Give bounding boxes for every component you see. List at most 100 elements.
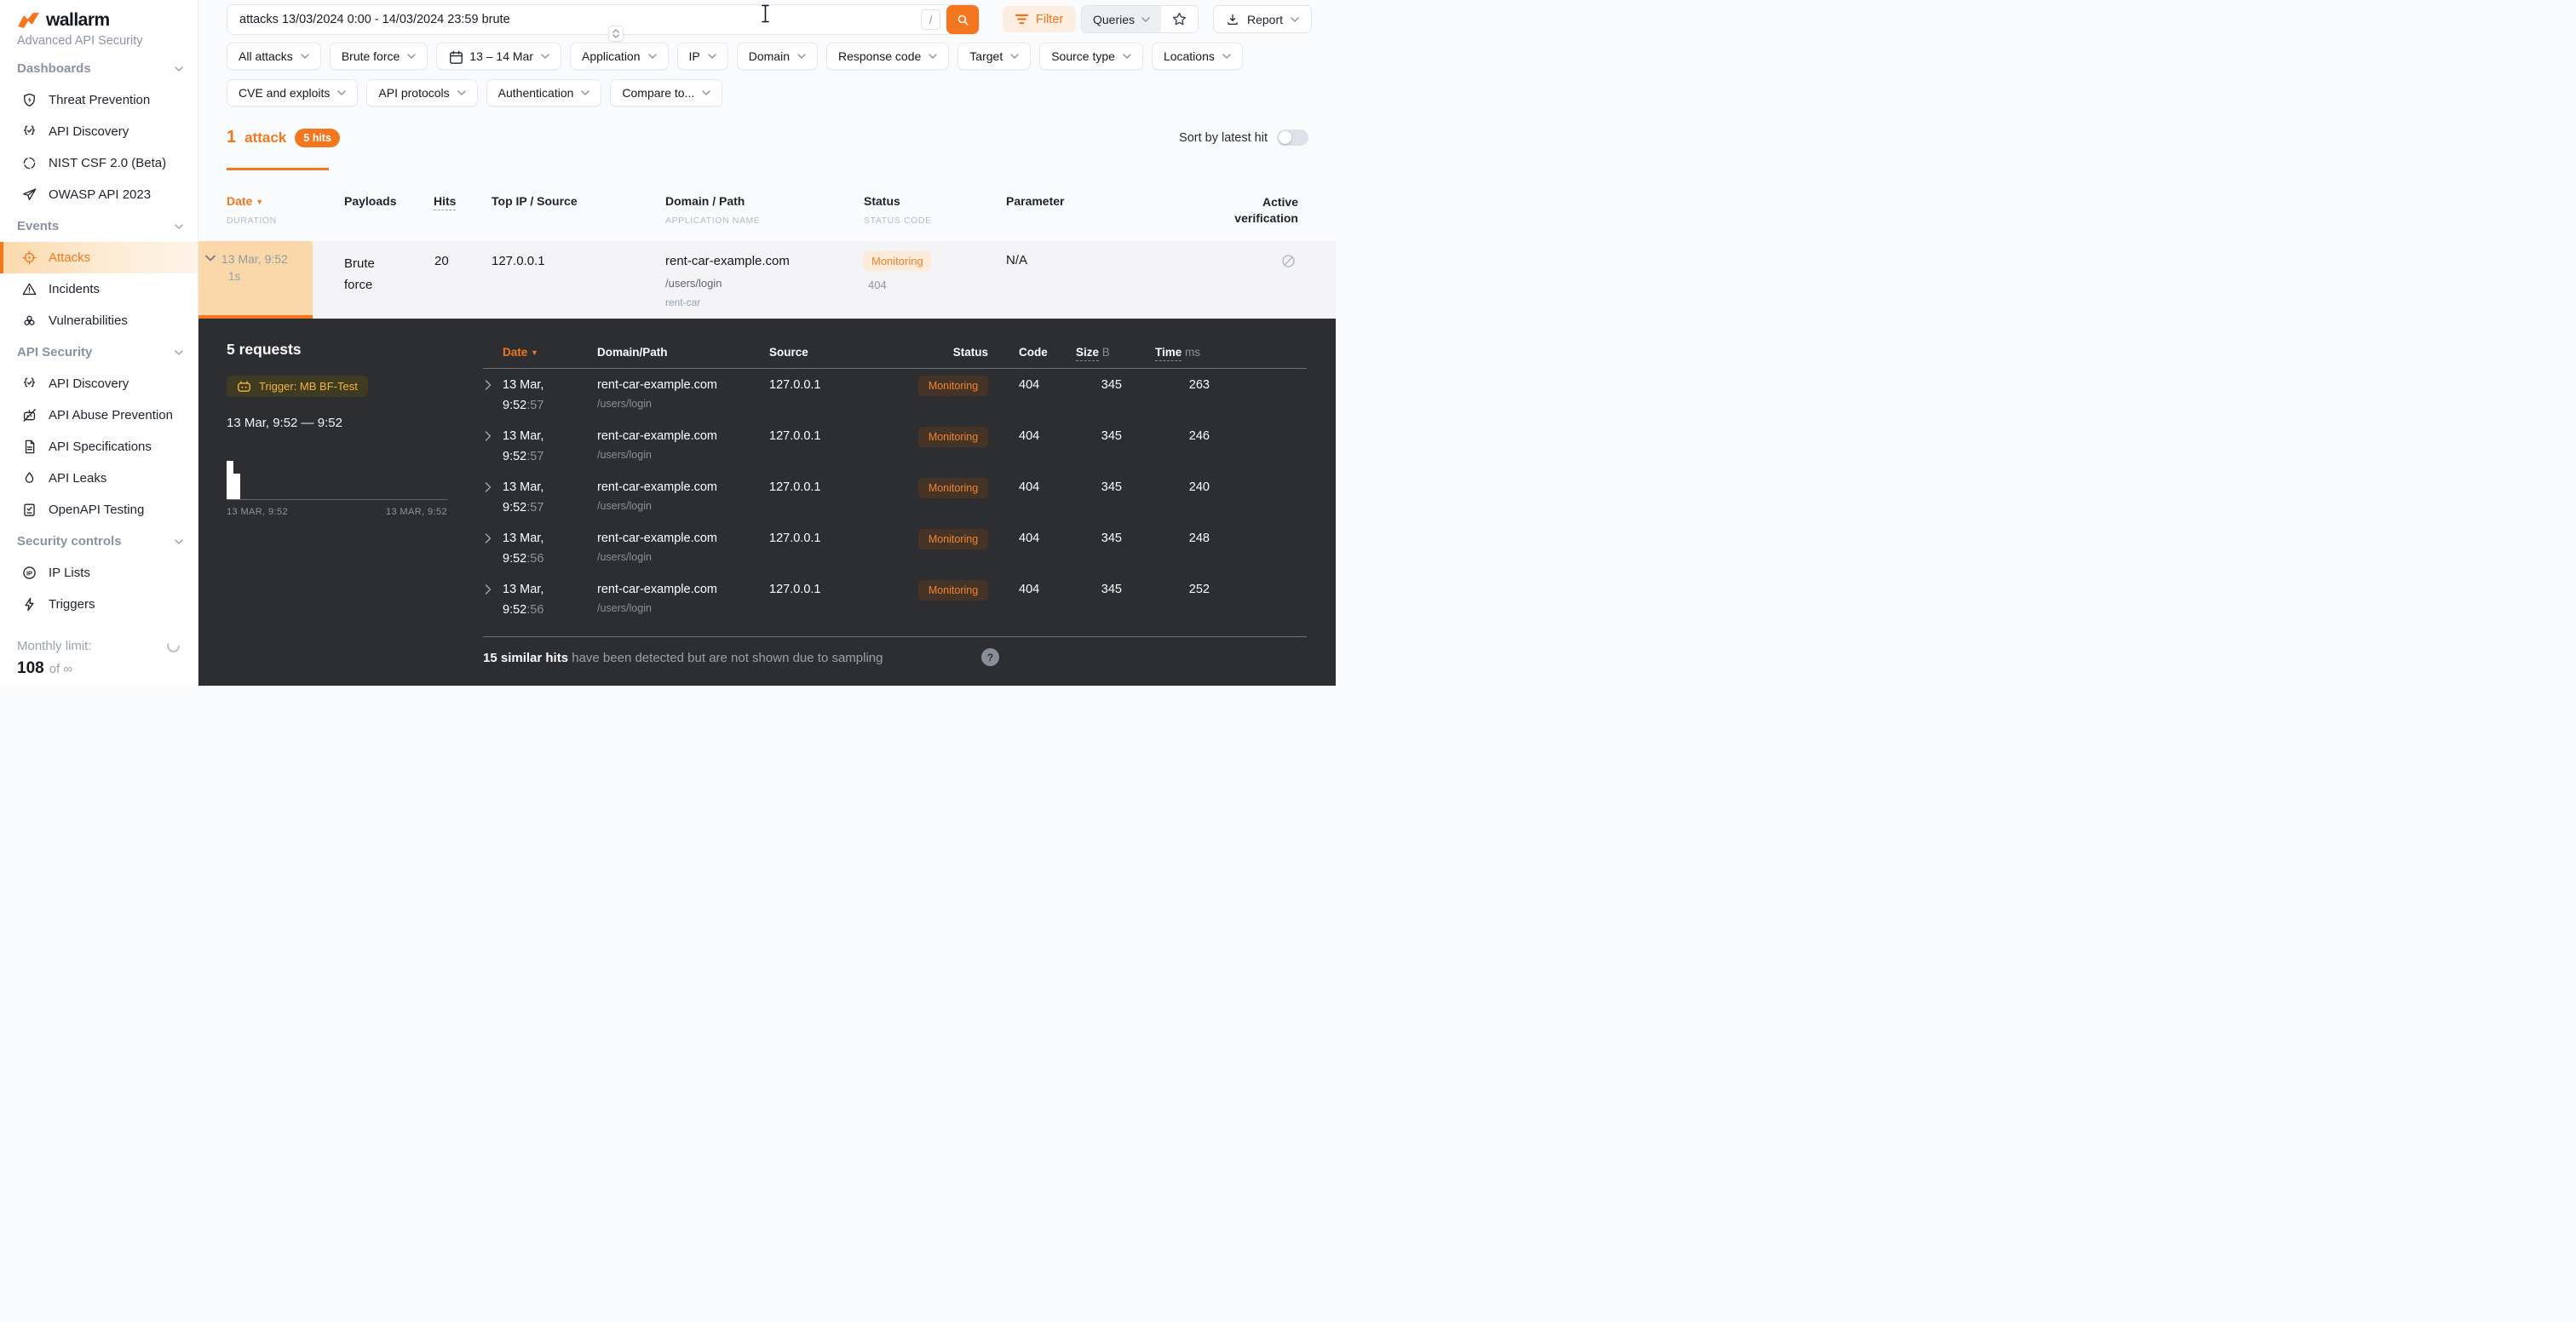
expand-chevron-icon[interactable] (485, 431, 492, 441)
col-header-date[interactable]: Date ▼ (227, 194, 263, 208)
sidebar-item-api-discovery[interactable]: API Discovery (0, 116, 198, 147)
request-row[interactable]: 13 Mar,9:52:56rent-car-example.com/users… (483, 577, 1307, 628)
droplet-icon (21, 470, 37, 486)
chevron-down-icon (541, 54, 549, 59)
sidebar-section-api-security[interactable]: API Security (0, 336, 198, 368)
col-subheader-status-code: STATUS CODE (864, 216, 932, 226)
expand-chevron-icon[interactable] (485, 584, 492, 595)
ip-circle-icon: IP (21, 565, 37, 581)
sidebar-section-dashboards[interactable]: Dashboards (0, 53, 198, 84)
request-date: 13 Mar, (503, 583, 543, 596)
sidebar-item-api-discovery[interactable]: API Discovery (0, 368, 198, 399)
sidebar-item-triggers[interactable]: Triggers (0, 589, 198, 620)
sort-toggle[interactable] (1277, 129, 1308, 146)
filter-chip-label: Authentication (498, 86, 574, 100)
section-label: API Security (17, 345, 92, 359)
request-domain: rent-car-example.com (597, 480, 717, 494)
request-row[interactable]: 13 Mar,9:52:57rent-car-example.com/users… (483, 474, 1307, 526)
chevron-down-icon (1141, 17, 1150, 22)
req-col-size[interactable]: Size B (1076, 346, 1110, 359)
filter-chip-all-attacks[interactable]: All attacks (227, 43, 321, 70)
request-row[interactable]: 13 Mar,9:52:57rent-car-example.com/users… (483, 372, 1307, 423)
filter-chip-cve-and-exploits[interactable]: CVE and exploits (227, 79, 358, 106)
queries-dropdown[interactable]: Queries (1082, 6, 1161, 32)
sidebar-item-api-leaks[interactable]: API Leaks (0, 463, 198, 494)
request-row[interactable]: 13 Mar,9:52:57rent-car-example.com/users… (483, 423, 1307, 474)
sidebar-item-label: NIST CSF 2.0 (Beta) (49, 156, 166, 170)
request-size: 345 (1062, 480, 1122, 494)
braces-check-icon (21, 376, 37, 392)
help-icon[interactable]: ? (981, 648, 999, 666)
sidebar-section-security-controls[interactable]: Security controls (0, 526, 198, 557)
sidebar-item-vulnerabilities[interactable]: Vulnerabilities (0, 305, 198, 336)
search-button[interactable] (946, 5, 979, 34)
req-col-date[interactable]: Date ▼ (503, 346, 538, 359)
sidebar-item-openapi-testing[interactable]: OpenAPI Testing (0, 494, 198, 526)
filter-chip-label: API protocols (378, 86, 449, 100)
monthly-limit-suffix: of ∞ (49, 662, 72, 676)
trigger-badge[interactable]: Trigger: MB BF-Test (227, 376, 368, 397)
chevron-down-icon (797, 54, 806, 59)
sidebar-item-api-abuse-prevention[interactable]: API Abuse Prevention (0, 399, 198, 431)
filter-chip-target[interactable]: Target (957, 43, 1031, 70)
report-button[interactable]: Report (1213, 5, 1312, 33)
toggle-knob (1279, 131, 1291, 144)
filter-chip-application[interactable]: Application (570, 43, 669, 70)
filter-chip-domain[interactable]: Domain (737, 43, 818, 70)
sidebar-item-api-specifications[interactable]: API Specifications (0, 431, 198, 463)
sidebar-item-attacks[interactable]: Attacks (0, 242, 198, 273)
expand-chevron-icon[interactable] (485, 533, 492, 543)
filter-chip-ip[interactable]: IP (677, 43, 728, 70)
search-input[interactable]: attacks 13/03/2024 0:00 - 14/03/2024 23:… (239, 13, 921, 26)
request-domain: rent-car-example.com (597, 378, 717, 392)
sidebar-item-owasp-api-2023[interactable]: OWASP API 2023 (0, 179, 198, 210)
filter-chip-brute-force[interactable]: Brute force (330, 43, 428, 70)
filter-chip-label: Response code (838, 49, 921, 63)
brand-logo[interactable]: wallarm Advanced API Security (17, 10, 143, 48)
request-code: 404 (1019, 480, 1039, 494)
request-date: 13 Mar, (503, 429, 543, 443)
filter-button[interactable]: Filter (1003, 6, 1076, 32)
filter-chip-response-code[interactable]: Response code (826, 43, 949, 70)
filter-chip-locations[interactable]: Locations (1152, 43, 1243, 70)
request-path: /users/login (597, 551, 652, 563)
attack-count-label: attack (244, 129, 286, 147)
sampling-note: 15 similar hits have been detected but a… (483, 651, 883, 665)
download-icon (1226, 13, 1239, 26)
filter-chip-13-14-mar[interactable]: 13 – 14 Mar (436, 43, 561, 70)
attack-row[interactable]: 13 Mar, 9:52 1s Brute force 20 127.0.0.1… (198, 241, 1336, 319)
request-row[interactable]: 13 Mar,9:52:56rent-car-example.com/users… (483, 526, 1307, 577)
req-col-time[interactable]: Time ms (1155, 346, 1200, 359)
chevron-down-icon (708, 54, 716, 59)
expand-chevron-icon[interactable] (485, 482, 492, 492)
request-size: 345 (1062, 583, 1122, 596)
request-time-ms: 248 (1147, 532, 1210, 545)
sidebar-item-ip-lists[interactable]: IPIP Lists (0, 557, 198, 589)
request-domain: rent-car-example.com (597, 532, 717, 545)
requests-panel-title: 5 requests (227, 341, 302, 359)
request-size: 345 (1062, 429, 1122, 443)
filter-chip-source-type[interactable]: Source type (1039, 43, 1143, 70)
sidebar-item-threat-prevention[interactable]: Threat Prevention (0, 84, 198, 116)
request-code: 404 (1019, 532, 1039, 545)
results-summary: 1 attack 5 hits (227, 128, 340, 147)
col-header-hits[interactable]: Hits (434, 194, 456, 208)
search-expander[interactable] (608, 26, 624, 42)
filter-chip-authentication[interactable]: Authentication (486, 79, 602, 106)
sidebar-item-incidents[interactable]: Incidents (0, 273, 198, 305)
filter-chip-label: Brute force (342, 49, 400, 63)
request-path: /users/login (597, 398, 652, 410)
attack-count: 1 (227, 128, 236, 147)
sidebar-section-events[interactable]: Events (0, 210, 198, 242)
expand-chevron-icon[interactable] (485, 380, 492, 390)
col-header-active-verification: Active verification (1232, 194, 1298, 227)
req-col-source: Source (769, 346, 808, 359)
filter-chip-api-protocols[interactable]: API protocols (366, 79, 477, 106)
col-header-domain: Domain / Path (665, 194, 745, 208)
sidebar-item-nist-csf-2-0-beta[interactable]: NIST CSF 2.0 (Beta) (0, 147, 198, 179)
filter-chip-compare-to[interactable]: Compare to... (610, 79, 722, 106)
collapse-chevron-icon[interactable] (205, 255, 216, 262)
request-date: 13 Mar, (503, 532, 543, 545)
favorite-query-button[interactable] (1161, 6, 1198, 32)
sort-label: Sort by latest hit (1179, 131, 1268, 145)
